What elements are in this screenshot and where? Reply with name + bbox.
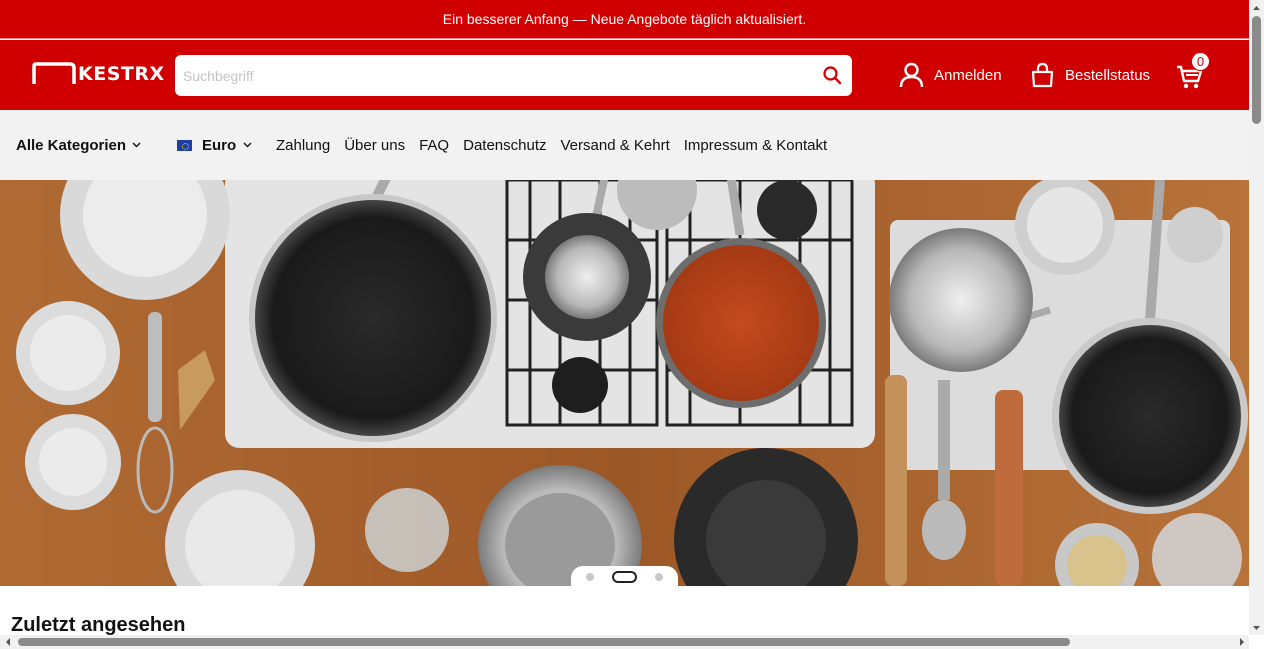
hero-dot-2[interactable] (612, 571, 637, 583)
promo-bar: Ein besserer Anfang — Neue Angebote tägl… (0, 0, 1249, 39)
search-icon[interactable] (822, 65, 842, 85)
login-label: Anmelden (934, 66, 1002, 84)
scroll-right-arrow-icon[interactable] (1236, 635, 1248, 649)
cart-button[interactable]: 0 (1176, 52, 1212, 92)
hero-dot-1[interactable] (586, 573, 594, 581)
nav-link-versand[interactable]: Versand & Kehrt (561, 137, 670, 154)
recently-viewed-title: Zuletzt angesehen (11, 614, 186, 636)
hero-pagination (571, 566, 678, 588)
header: KESTRX Anmelden Bestellstatus (0, 40, 1249, 110)
shopping-bag-icon (1031, 62, 1054, 88)
search-box (175, 55, 852, 96)
horizontal-scrollbar[interactable] (0, 635, 1249, 649)
hero-dot-3[interactable] (655, 573, 663, 581)
nav-link-datenschutz[interactable]: Datenschutz (463, 137, 546, 154)
scroll-up-arrow-icon[interactable] (1249, 2, 1264, 14)
page: Ein besserer Anfang — Neue Angebote tägl… (0, 0, 1264, 649)
nav-link-ueber-uns[interactable]: Über uns (344, 137, 405, 154)
chevron-down-icon (132, 142, 141, 148)
horizontal-scroll-thumb[interactable] (18, 638, 1070, 646)
nav-link-faq[interactable]: FAQ (419, 137, 449, 154)
currency-dropdown[interactable]: Euro (177, 137, 252, 154)
scroll-down-arrow-icon[interactable] (1249, 622, 1264, 634)
chevron-down-icon (243, 142, 252, 148)
all-categories-label: Alle Kategorien (16, 136, 127, 154)
cart-count-badge: 0 (1191, 52, 1210, 71)
vertical-scroll-thumb[interactable] (1252, 16, 1261, 124)
search-input[interactable] (183, 55, 803, 96)
login-button[interactable]: Anmelden (899, 62, 1002, 88)
main-nav: Alle Kategorien Euro Zahlung Über uns FA… (0, 110, 1249, 180)
nav-link-zahlung[interactable]: Zahlung (276, 137, 330, 154)
vertical-scrollbar[interactable] (1249, 0, 1264, 635)
logo[interactable]: KESTRX (32, 62, 165, 86)
hero-banner[interactable] (0, 180, 1249, 586)
nav-links: Zahlung Über uns FAQ Datenschutz Versand… (276, 137, 841, 154)
logo-mark-icon (32, 62, 76, 84)
all-categories-dropdown[interactable]: Alle Kategorien (16, 137, 141, 154)
logo-text: KESTRX (78, 63, 165, 85)
currency-label: Euro (202, 136, 237, 154)
hero-image (0, 180, 1249, 586)
nav-link-impressum[interactable]: Impressum & Kontakt (684, 137, 827, 154)
user-icon (899, 62, 924, 88)
order-status-button[interactable]: Bestellstatus (1030, 62, 1150, 88)
promo-text: Ein besserer Anfang — Neue Angebote tägl… (442, 11, 807, 27)
order-status-label: Bestellstatus (1065, 66, 1151, 84)
eu-flag-icon (177, 139, 192, 151)
scroll-left-arrow-icon[interactable] (2, 635, 14, 649)
